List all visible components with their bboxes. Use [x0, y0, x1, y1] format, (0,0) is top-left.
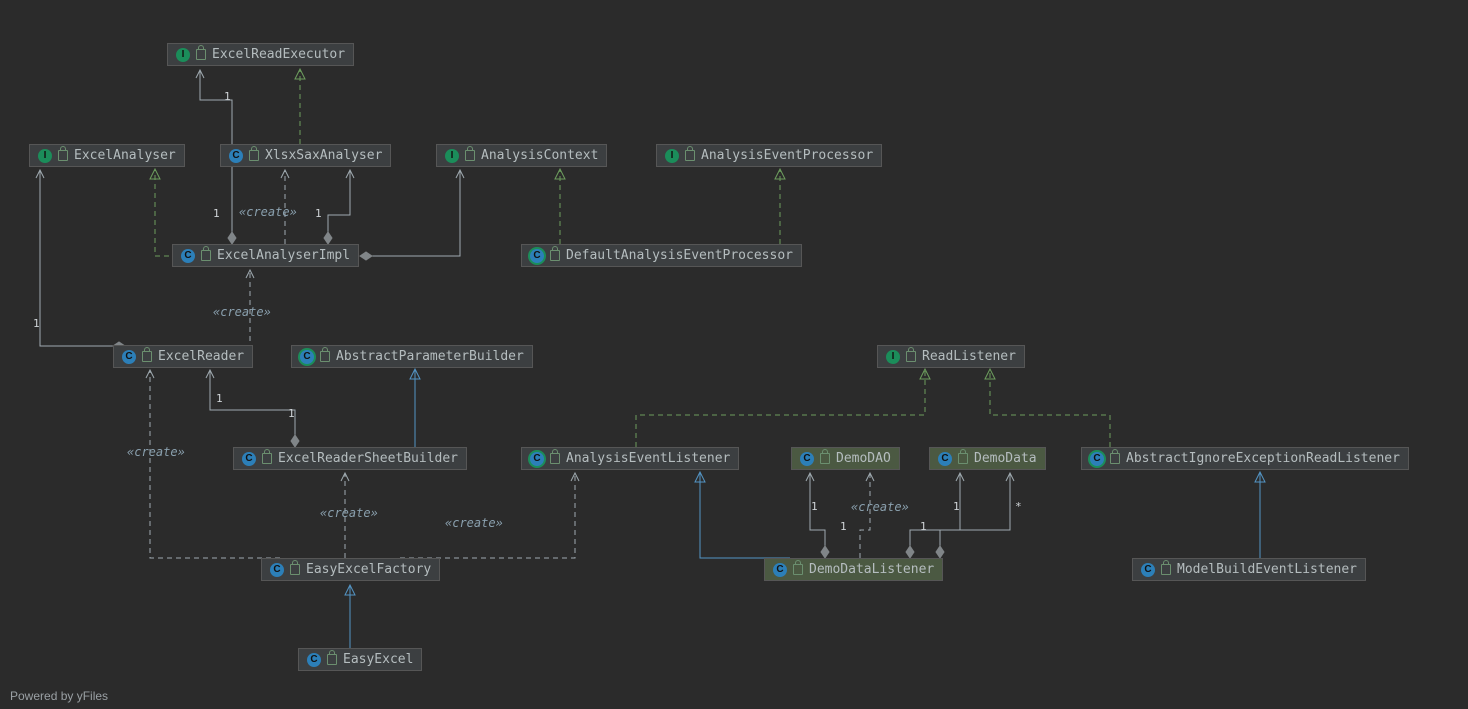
node-label: EasyExcelFactory: [306, 562, 431, 577]
uml-canvas: 1 1 1 1 1 1 1 1 1 1 * «create» «create» …: [0, 0, 1468, 709]
class-icon: C: [938, 452, 952, 466]
node-excel-analyser-impl[interactable]: C ExcelAnalyserImpl: [172, 244, 359, 267]
node-label: ExcelReadExecutor: [212, 47, 345, 62]
mult-1: 1: [33, 317, 40, 330]
node-label: DemoDataListener: [809, 562, 934, 577]
lock-icon: [1161, 564, 1171, 575]
create-label: «create»: [445, 516, 503, 530]
class-impl-icon: C: [1090, 452, 1104, 466]
lock-icon: [327, 654, 337, 665]
class-icon: C: [229, 149, 243, 163]
class-impl-icon: C: [530, 452, 544, 466]
class-impl-icon: C: [300, 350, 314, 364]
node-label: ExcelReader: [158, 349, 244, 364]
node-model-build-event-listener[interactable]: C ModelBuildEventListener: [1132, 558, 1366, 581]
node-excel-analyser[interactable]: I ExcelAnalyser: [29, 144, 185, 167]
node-label: ModelBuildEventListener: [1177, 562, 1357, 577]
node-excel-read-executor[interactable]: I ExcelReadExecutor: [167, 43, 354, 66]
lock-icon: [201, 250, 211, 261]
attribution: Powered by yFiles: [10, 689, 108, 703]
lock-icon: [320, 351, 330, 362]
node-label: XlsxSaxAnalyser: [265, 148, 382, 163]
node-analysis-context[interactable]: I AnalysisContext: [436, 144, 607, 167]
node-label: AnalysisContext: [481, 148, 598, 163]
lock-icon: [196, 49, 206, 60]
create-label: «create»: [213, 305, 271, 319]
class-icon: C: [773, 563, 787, 577]
node-demo-data[interactable]: C DemoData: [929, 447, 1046, 470]
node-label: DemoData: [974, 451, 1037, 466]
lock-icon: [262, 453, 272, 464]
node-label: ExcelAnalyserImpl: [217, 248, 350, 263]
lock-icon: [1110, 453, 1120, 464]
node-label: AnalysisEventListener: [566, 451, 730, 466]
lock-icon: [958, 453, 968, 464]
interface-icon: I: [176, 48, 190, 62]
node-label: EasyExcel: [343, 652, 413, 667]
lock-icon: [685, 150, 695, 161]
node-easy-excel-factory[interactable]: C EasyExcelFactory: [261, 558, 440, 581]
node-default-analysis-event-processor[interactable]: C DefaultAnalysisEventProcessor: [521, 244, 802, 267]
interface-icon: I: [38, 149, 52, 163]
mult-1: 1: [811, 500, 818, 513]
class-icon: C: [270, 563, 284, 577]
node-label: DemoDAO: [836, 451, 891, 466]
class-icon: C: [122, 350, 136, 364]
lock-icon: [820, 453, 830, 464]
lock-icon: [550, 250, 560, 261]
interface-icon: I: [886, 350, 900, 364]
lock-icon: [290, 564, 300, 575]
mult-1: 1: [216, 392, 223, 405]
node-label: ReadListener: [922, 349, 1016, 364]
lock-icon: [249, 150, 259, 161]
mult-1: 1: [224, 90, 231, 103]
node-analysis-event-processor[interactable]: I AnalysisEventProcessor: [656, 144, 882, 167]
node-label: ExcelAnalyser: [74, 148, 176, 163]
lock-icon: [793, 564, 803, 575]
node-label: AnalysisEventProcessor: [701, 148, 873, 163]
interface-icon: I: [665, 149, 679, 163]
mult-1: 1: [315, 207, 322, 220]
node-easy-excel[interactable]: C EasyExcel: [298, 648, 422, 671]
node-demo-dao[interactable]: C DemoDAO: [791, 447, 900, 470]
node-analysis-event-listener[interactable]: C AnalysisEventListener: [521, 447, 739, 470]
create-label: «create»: [320, 506, 378, 520]
class-impl-icon: C: [530, 249, 544, 263]
mult-star: *: [1015, 500, 1022, 513]
node-read-listener[interactable]: I ReadListener: [877, 345, 1025, 368]
class-icon: C: [307, 653, 321, 667]
node-label: AbstractIgnoreExceptionReadListener: [1126, 451, 1400, 466]
node-abstract-ignore-exception-read-listener[interactable]: C AbstractIgnoreExceptionReadListener: [1081, 447, 1409, 470]
lock-icon: [142, 351, 152, 362]
node-label: ExcelReaderSheetBuilder: [278, 451, 458, 466]
class-icon: C: [800, 452, 814, 466]
node-excel-reader-sheet-builder[interactable]: C ExcelReaderSheetBuilder: [233, 447, 467, 470]
node-demo-data-listener[interactable]: C DemoDataListener: [764, 558, 943, 581]
class-icon: C: [1141, 563, 1155, 577]
create-label: «create»: [851, 500, 909, 514]
lock-icon: [906, 351, 916, 362]
node-label: AbstractParameterBuilder: [336, 349, 524, 364]
mult-1: 1: [920, 520, 927, 533]
node-xlsx-sax-analyser[interactable]: C XlsxSaxAnalyser: [220, 144, 391, 167]
lock-icon: [550, 453, 560, 464]
mult-1: 1: [288, 407, 295, 420]
class-icon: C: [242, 452, 256, 466]
node-abstract-parameter-builder[interactable]: C AbstractParameterBuilder: [291, 345, 533, 368]
lock-icon: [465, 150, 475, 161]
class-icon: C: [181, 249, 195, 263]
mult-1: 1: [840, 520, 847, 533]
interface-icon: I: [445, 149, 459, 163]
create-label: «create»: [127, 445, 185, 459]
mult-1: 1: [953, 500, 960, 513]
node-excel-reader[interactable]: C ExcelReader: [113, 345, 253, 368]
lock-icon: [58, 150, 68, 161]
create-label: «create»: [239, 205, 297, 219]
node-label: DefaultAnalysisEventProcessor: [566, 248, 793, 263]
mult-1: 1: [213, 207, 220, 220]
